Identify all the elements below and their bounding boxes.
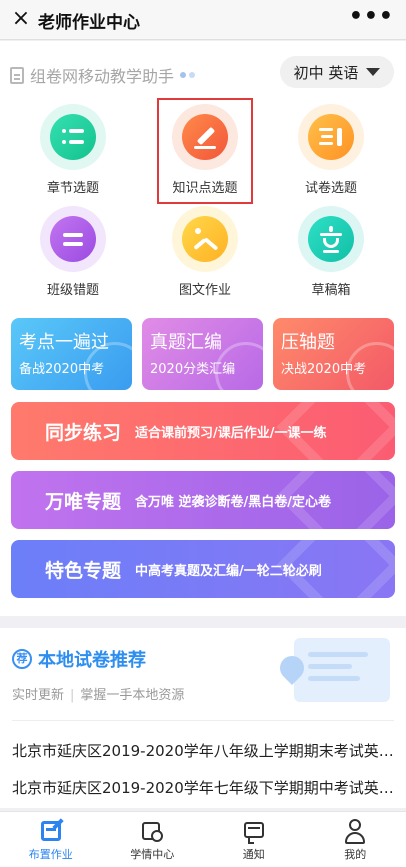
feature-paper-select[interactable]: 试卷选题 xyxy=(281,104,381,196)
assign-homework-icon xyxy=(38,818,64,844)
feature-label: 图文作业 xyxy=(178,283,231,298)
tile-exam-points[interactable]: 考点一遍过 备战2020中考 xyxy=(11,318,132,390)
paper-icon xyxy=(308,114,354,160)
list-icon xyxy=(50,114,96,160)
feature-label: 章节选题 xyxy=(46,181,99,196)
assistant-label: 组卷网移动教学助手 xyxy=(30,67,175,86)
doc-icon xyxy=(10,66,24,84)
feature-halo xyxy=(40,104,106,170)
divider xyxy=(12,720,394,721)
tab-label: 我的 xyxy=(344,848,367,861)
grade-subject-selector[interactable]: 初中 英语 xyxy=(280,56,394,88)
feature-label: 草稿箱 xyxy=(311,283,351,298)
assistant-label-row: 组卷网移动教学助手 xyxy=(10,64,196,86)
tab-label: 通知 xyxy=(242,848,265,861)
tab-label: 布置作业 xyxy=(28,848,73,861)
feature-chapter-select[interactable]: 章节选题 xyxy=(23,104,123,196)
feature-label: 试卷选题 xyxy=(304,181,357,196)
dots-icon xyxy=(180,72,196,78)
subline-right: 掌握一手本地资源 xyxy=(80,688,185,703)
feature-image-homework[interactable]: 图文作业 xyxy=(155,206,255,298)
caret-down-icon xyxy=(366,68,381,76)
image-icon xyxy=(182,216,228,262)
local-papers-header: 荐 本地试卷推荐 xyxy=(12,646,146,672)
lines-icon xyxy=(50,216,96,262)
feature-drafts[interactable]: 草稿箱 xyxy=(281,206,381,298)
strip-title: 同步练习 xyxy=(45,421,122,444)
illustration-line xyxy=(308,652,368,657)
illustration-line xyxy=(308,676,360,681)
tab-label: 学情中心 xyxy=(130,848,175,861)
selection-highlight xyxy=(157,98,253,204)
strip-title: 万唯专题 xyxy=(45,490,122,513)
tab-notice[interactable]: 通知 xyxy=(203,812,305,867)
strip-featured-topics[interactable]: 特色专题 中高考真题及汇编/一轮二轮必刷 xyxy=(11,540,395,598)
strip-title: 特色专题 xyxy=(45,559,122,582)
strip-decoration xyxy=(276,402,395,460)
feature-label: 班级错题 xyxy=(46,283,99,298)
bottom-tab-bar: 布置作业 学情中心 通知 我的 xyxy=(0,811,406,867)
tab-assign-homework[interactable]: 布置作业 xyxy=(0,812,102,867)
feature-halo xyxy=(172,206,238,272)
grade-subject-value: 初中 英语 xyxy=(293,63,359,82)
location-paper-illustration xyxy=(275,638,390,710)
more-options-icon[interactable]: ••• xyxy=(349,4,394,29)
profile-icon xyxy=(342,818,368,844)
strip-decoration xyxy=(276,540,395,598)
recommend-badge-icon: 荐 xyxy=(12,649,32,669)
strip-decoration xyxy=(276,471,395,529)
strip-wanwei-topics[interactable]: 万唯专题 含万唯 逆袭诊断卷/黑白卷/定心卷 xyxy=(11,471,395,529)
tile-final-questions[interactable]: 压轴题 决战2020中考 xyxy=(273,318,394,390)
tray-icon xyxy=(308,216,354,262)
local-papers-section: 荐 本地试卷推荐 实时更新 | 掌握一手本地资源 北京市延庆区2019-2020学年… xyxy=(0,628,406,808)
strip-sync-practice[interactable]: 同步练习 适合课前预习/课后作业/一课一练 xyxy=(11,402,395,460)
tab-profile[interactable]: 我的 xyxy=(305,812,406,867)
feature-halo xyxy=(298,104,364,170)
illustration-pad xyxy=(294,638,390,702)
subline-separator: | xyxy=(70,688,75,703)
feature-class-mistakes[interactable]: 班级错题 xyxy=(23,206,123,298)
tile-real-questions[interactable]: 真题汇编 2020分类汇编 xyxy=(142,318,263,390)
notice-icon xyxy=(241,818,267,844)
local-papers-heading: 本地试卷推荐 xyxy=(38,650,146,671)
paper-list-item[interactable]: 北京市延庆区2019-2020学年七年级下学期期中考试英语试题 xyxy=(12,777,394,798)
illustration-line xyxy=(308,664,352,669)
learning-center-icon xyxy=(139,818,165,844)
page-title: 老师作业中心 xyxy=(38,13,140,33)
tab-learning-center[interactable]: 学情中心 xyxy=(102,812,204,867)
paper-list-item[interactable]: 北京市延庆区2019-2020学年八年级上学期期末考试英语试题 xyxy=(12,740,394,761)
feature-halo xyxy=(298,206,364,272)
subline-left: 实时更新 xyxy=(12,688,65,703)
title-bar: × 老师作业中心 ••• xyxy=(0,0,406,40)
feature-halo xyxy=(40,206,106,272)
local-papers-subline: 实时更新 | 掌握一手本地资源 xyxy=(12,684,184,703)
close-icon[interactable]: × xyxy=(8,6,34,32)
